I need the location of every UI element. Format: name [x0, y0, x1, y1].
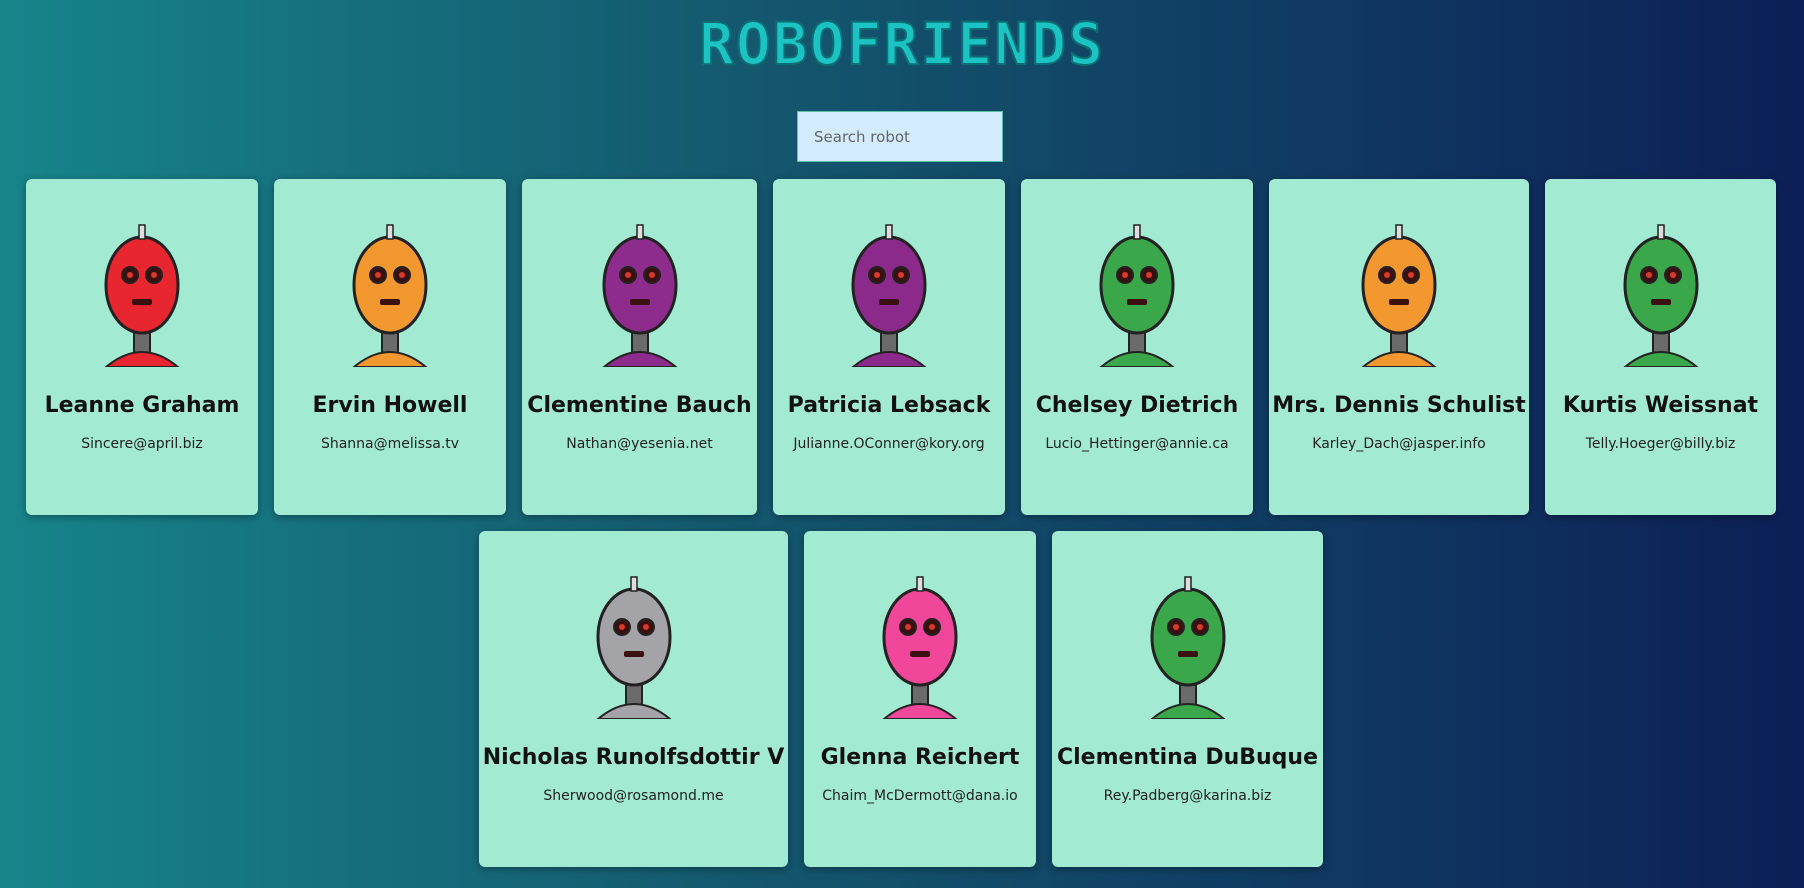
robot-email: Telly.Hoeger@billy.biz	[1585, 436, 1736, 452]
app-title: ROBOFRIENDS	[698, 10, 1106, 78]
robot-name: Clementine Bauch	[527, 393, 752, 418]
robot-email: Karley_Dach@jasper.info	[1312, 436, 1486, 452]
robot-email: Chaim_McDermott@dana.io	[822, 788, 1018, 804]
robot-card[interactable]: Patricia Lebsack Julianne.OConner@kory.o…	[773, 179, 1005, 515]
orange-robot-icon	[352, 224, 428, 367]
robot-name: Kurtis Weissnat	[1562, 393, 1759, 418]
purple-robot-icon	[601, 224, 678, 367]
robot-name: Clementina DuBuque	[1056, 745, 1319, 770]
red-robot-icon	[104, 224, 180, 367]
robot-card[interactable]: Clementina DuBuque Rey.Padberg@karina.bi…	[1052, 531, 1323, 867]
robot-card[interactable]: Ervin Howell Shanna@melissa.tv	[274, 179, 506, 515]
robot-email: Nathan@yesenia.net	[566, 436, 713, 452]
robot-card[interactable]: Clementine Bauch Nathan@yesenia.net	[522, 179, 757, 515]
robot-card[interactable]: Kurtis Weissnat Telly.Hoeger@billy.biz	[1545, 179, 1776, 515]
header: ROBOFRIENDS	[0, 10, 1804, 78]
robot-email: Julianne.OConner@kory.org	[793, 436, 985, 452]
orange-robot-icon	[1361, 224, 1437, 367]
robot-card[interactable]: Mrs. Dennis Schulist Karley_Dach@jasper.…	[1269, 179, 1529, 515]
robot-card[interactable]: Glenna Reichert Chaim_McDermott@dana.io	[804, 531, 1036, 867]
pink-robot-icon	[882, 576, 958, 719]
robot-email: Sherwood@rosamond.me	[543, 788, 724, 804]
green-robot-icon	[1099, 224, 1175, 367]
robot-email: Sincere@april.biz	[81, 436, 203, 452]
robot-card[interactable]: Nicholas Runolfsdottir V Sherwood@rosamo…	[479, 531, 788, 867]
green-robot-icon	[1149, 576, 1226, 719]
robot-email: Lucio_Hettinger@annie.ca	[1045, 436, 1229, 452]
robot-name: Ervin Howell	[312, 393, 468, 418]
gray-robot-icon	[595, 576, 672, 719]
robot-email: Shanna@melissa.tv	[320, 436, 460, 452]
robot-name: Nicholas Runolfsdottir V	[482, 745, 785, 770]
green-robot-icon	[1622, 224, 1699, 367]
robot-name: Patricia Lebsack	[787, 393, 991, 418]
robot-name: Chelsey Dietrich	[1035, 393, 1239, 418]
robot-card[interactable]: Leanne Graham Sincere@april.biz	[26, 179, 258, 515]
robot-name: Glenna Reichert	[820, 745, 1020, 770]
robot-email: Rey.Padberg@karina.biz	[1103, 788, 1272, 804]
robot-name: Leanne Graham	[44, 393, 240, 418]
robot-card[interactable]: Chelsey Dietrich Lucio_Hettinger@annie.c…	[1021, 179, 1253, 515]
robot-name: Mrs. Dennis Schulist	[1272, 393, 1526, 418]
purple-robot-icon	[851, 224, 927, 367]
search-input[interactable]	[797, 111, 1003, 162]
